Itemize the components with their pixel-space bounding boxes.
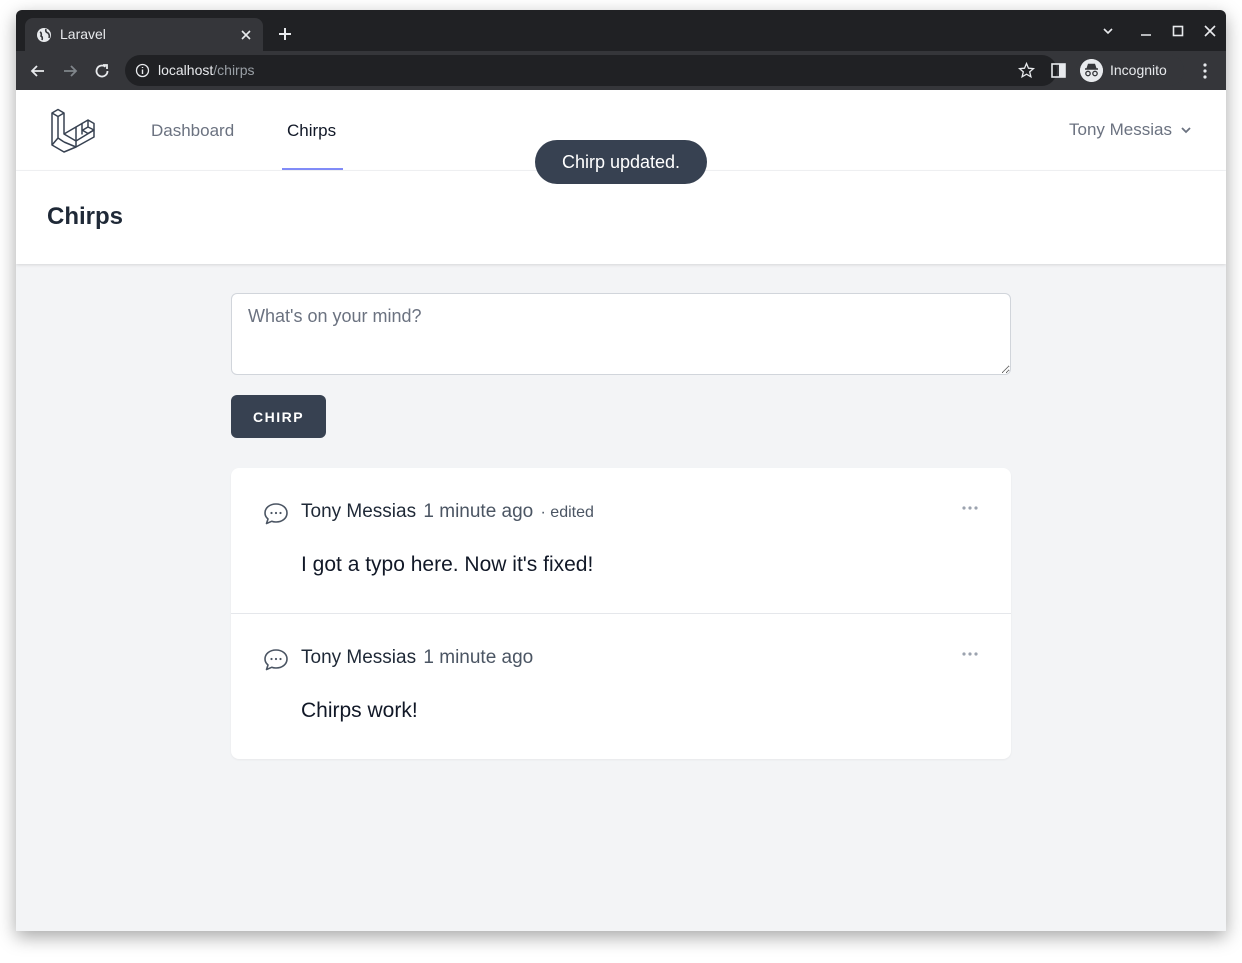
chirp-author: Tony Messias (301, 501, 417, 522)
browser-menu-icon[interactable] (1197, 62, 1213, 80)
url-text: localhost/chirps (158, 62, 255, 78)
forward-arrow-icon[interactable] (61, 62, 79, 80)
chirp-message: I got a typo here. Now it's fixed! (301, 553, 594, 576)
browser-toolbar: localhost/chirps Incognito (16, 51, 1226, 90)
chirp-feed: Tony Messias 1 minute ago · edited I got… (231, 468, 1011, 759)
more-options-icon[interactable] (961, 505, 979, 511)
chirp-message: Chirps work! (301, 699, 418, 722)
maximize-icon[interactable] (1171, 24, 1185, 38)
chevron-down-icon (1181, 127, 1191, 134)
bookmark-star-icon[interactable] (1018, 62, 1035, 79)
chirp-message-input[interactable] (231, 293, 1011, 375)
chirp-meta: Tony Messias 1 minute ago (301, 647, 533, 669)
page-content: Dashboard Chirps Tony Messias Chirp upda… (16, 90, 1226, 931)
chirp-meta: Tony Messias 1 minute ago · edited (301, 501, 594, 523)
chirp-timestamp: 1 minute ago (423, 501, 534, 522)
chat-bubble-icon (264, 649, 288, 671)
page-title: Chirps (47, 203, 124, 230)
incognito-indicator[interactable]: Incognito (1076, 55, 1184, 86)
browser-tab[interactable]: Laravel (25, 18, 263, 51)
user-dropdown-trigger[interactable]: Tony Messias (1069, 120, 1192, 140)
laravel-logo-icon[interactable] (50, 107, 96, 153)
tab-search-chevron-icon[interactable] (1101, 24, 1115, 38)
nav-link-dashboard[interactable]: Dashboard (151, 121, 234, 141)
new-tab-icon[interactable] (277, 26, 293, 42)
globe-icon (37, 28, 51, 42)
incognito-label: Incognito (1110, 62, 1167, 78)
page-header: Chirps (16, 171, 1226, 264)
browser-window: Laravel localhost/chirps Incognito Dashb… (16, 10, 1226, 931)
chirp-submit-button[interactable]: CHIRP (231, 395, 326, 438)
close-window-icon[interactable] (1203, 24, 1217, 38)
chirp-item: Tony Messias 1 minute ago · edited I got… (231, 468, 1011, 613)
tab-title: Laravel (60, 26, 106, 42)
user-name: Tony Messias (1069, 120, 1172, 139)
active-nav-indicator (282, 168, 343, 170)
chirp-author: Tony Messias (301, 647, 417, 668)
toast-notification: Chirp updated. (535, 140, 707, 184)
tab-strip: Laravel (16, 10, 1226, 51)
address-bar[interactable]: localhost/chirps (125, 55, 1057, 86)
reload-icon[interactable] (93, 62, 111, 80)
incognito-icon (1080, 59, 1103, 82)
close-tab-icon[interactable] (239, 28, 253, 42)
chirp-timestamp: 1 minute ago (423, 647, 534, 668)
back-arrow-icon[interactable] (29, 62, 47, 80)
more-options-icon[interactable] (961, 651, 979, 657)
minimize-icon[interactable] (1139, 24, 1153, 38)
chirp-edited-label: · edited (540, 504, 594, 521)
chirp-item: Tony Messias 1 minute ago Chirps work! (231, 613, 1011, 758)
info-icon[interactable] (135, 63, 150, 78)
nav-link-chirps[interactable]: Chirps (287, 121, 336, 141)
side-panel-icon[interactable] (1051, 63, 1066, 78)
chat-bubble-icon (264, 503, 288, 525)
